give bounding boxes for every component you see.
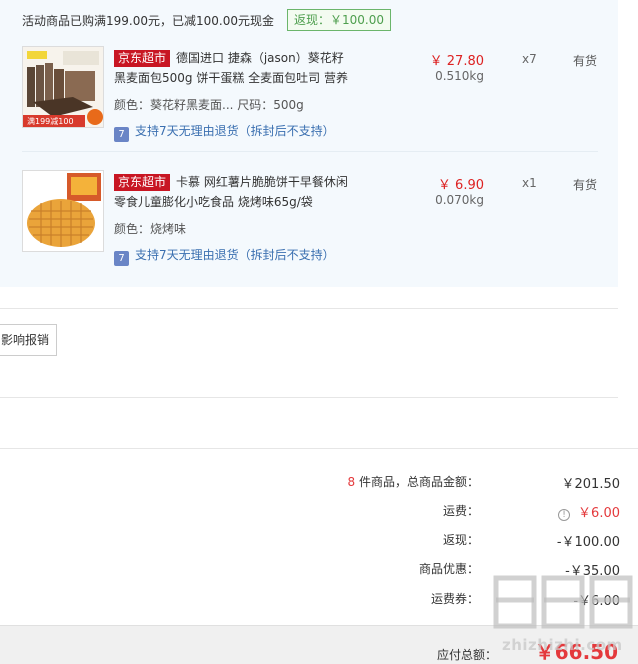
section-divider: [0, 397, 618, 398]
cashback-label: 返现：: [442, 533, 479, 547]
invoice-option-button[interactable]: 影响报销: [0, 324, 57, 356]
goods-total: ￥201.50: [561, 477, 621, 492]
promo-panel: 活动商品已购满199.00元，已减100.00元现金 返现：￥100.00 满1…: [0, 0, 618, 287]
promo-discount-tag: 返现：￥100.00: [287, 9, 391, 31]
coupon-label: 运费券：: [430, 592, 479, 606]
product-attributes: 颜色：烧烤味: [114, 222, 187, 236]
stock-status: 有货: [573, 54, 598, 68]
discount-value: -￥35.00: [565, 564, 620, 579]
return-policy: 7 支持7天无理由退货（拆封后不支持）: [114, 246, 335, 266]
product-title-line-2[interactable]: 零食儿童膨化小吃食品 烧烤味65g/袋: [114, 193, 313, 210]
return-policy: 7 支持7天无理由退货（拆封后不支持）: [114, 122, 335, 142]
cart-item: 京东超市 卡慕 网红薯片脆脆饼干早餐休闲 零食儿童膨化小吃食品 烧烤味65g/袋 …: [22, 170, 612, 288]
unit-price: ￥ 6.90: [437, 178, 484, 193]
shipping-label: 运费：: [442, 504, 479, 518]
product-title-text[interactable]: 卡慕 网红薯片脆脆饼干早餐休闲: [176, 175, 348, 189]
item-quantity: x1: [522, 176, 537, 190]
product-title-line-1[interactable]: 京东超市 德国进口 捷森（jason）葵花籽: [114, 49, 344, 67]
summary-goods-row: 8 件商品，总商品金额： ￥201.50: [0, 473, 620, 493]
summary-coupon-row: 运费券： -￥6.00: [0, 590, 620, 610]
product-thumbnail[interactable]: 满199减100: [22, 46, 104, 128]
jd-supermarket-badge: 京东超市: [114, 174, 171, 191]
item-quantity: x7: [522, 52, 537, 66]
summary-shipping-row: 运费： ! ￥6.00: [0, 502, 620, 522]
return-policy-text: 支持7天无理由退货（拆封后不支持）: [135, 124, 335, 138]
item-weight: 0.070kg: [435, 193, 484, 207]
product-title-text[interactable]: 德国进口 捷森（jason）葵花籽: [176, 51, 344, 65]
coupon-value: -￥6.00: [573, 594, 620, 609]
product-title-line-1[interactable]: 京东超市 卡慕 网红薯片脆脆饼干早餐休闲: [114, 173, 348, 191]
promo-header: 活动商品已购满199.00元，已减100.00元现金: [22, 14, 274, 28]
stock-status: 有货: [573, 178, 598, 192]
discount-label: 商品优惠：: [418, 562, 479, 576]
goods-count-label: 8 件商品，总商品金额：: [347, 475, 479, 489]
section-divider: [0, 448, 638, 449]
snack-product-image: [23, 171, 103, 251]
info-icon[interactable]: !: [558, 509, 571, 521]
cashback-value: -￥100.00: [556, 535, 620, 550]
return-service-icon: 7: [114, 127, 129, 142]
section-divider: [0, 308, 618, 309]
thumb-promo-label: 满199减100: [27, 116, 74, 126]
unit-price: ￥ 27.80: [429, 54, 484, 69]
product-title-line-2[interactable]: 黑麦面包500g 饼干蛋糕 全麦面包吐司 营养: [114, 69, 348, 86]
watermark-text: zhizhizhi.com: [502, 636, 623, 654]
shipping-value: ! ￥6.00: [558, 502, 620, 521]
summary-cashback-row: 返现： -￥100.00: [0, 531, 620, 551]
payable-label: 应付总额：: [436, 648, 497, 662]
product-thumbnail[interactable]: [22, 170, 104, 252]
bread-product-image: 满199减100: [23, 47, 103, 127]
item-divider: [22, 151, 598, 152]
return-policy-text: 支持7天无理由退货（拆封后不支持）: [135, 248, 335, 262]
summary-discount-row: 商品优惠： -￥35.00: [0, 560, 620, 580]
cart-item: 满199减100 京东超市 德国进口 捷森（jason）葵花籽 黑麦面包500g …: [22, 46, 612, 164]
product-attributes: 颜色：葵花籽黑麦面... 尺码：500g: [114, 98, 304, 112]
jd-supermarket-badge: 京东超市: [114, 50, 171, 67]
return-service-icon: 7: [114, 251, 129, 266]
item-weight: 0.510kg: [435, 69, 484, 83]
